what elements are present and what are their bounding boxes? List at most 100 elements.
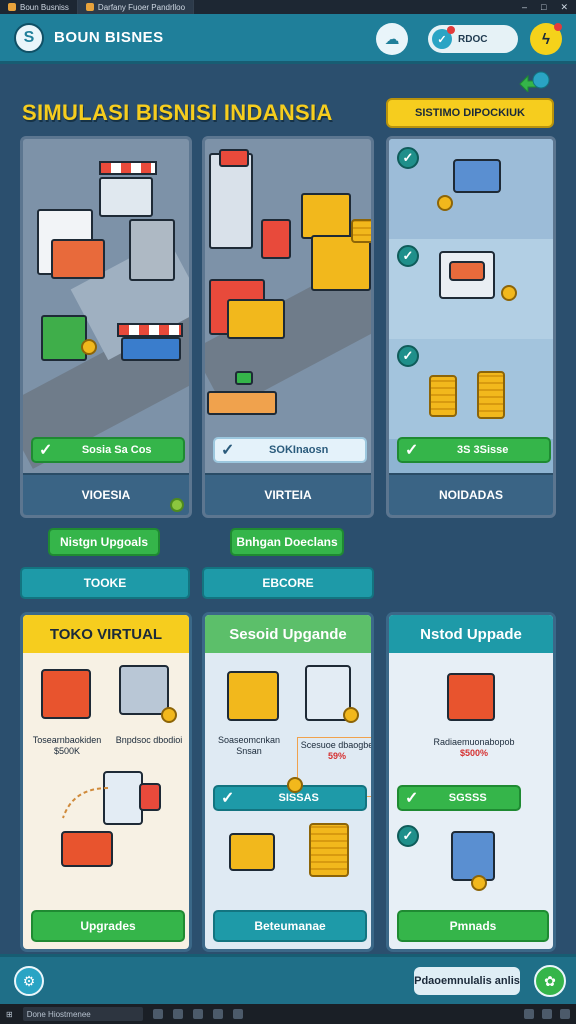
sync-arrows-icon[interactable]	[516, 70, 550, 92]
coin-icon	[437, 195, 453, 211]
coin-stack-icon	[429, 375, 457, 417]
mail-icon[interactable]	[212, 1009, 223, 1019]
energy-button[interactable]: ϟ	[530, 23, 562, 55]
product-icon	[449, 261, 485, 281]
bread-counter	[227, 299, 285, 339]
coin-icon	[81, 339, 97, 355]
notifications-icon[interactable]	[560, 1009, 570, 1019]
chat-bubble-icon: ☁	[384, 31, 400, 48]
card-nstod-uppade: Nstod Uppade Radiaemuonabopob $500% ✓ SGSS…	[386, 612, 556, 952]
scene-caption-2: VIRTEIA	[205, 473, 371, 515]
lightning-icon: ϟ	[542, 30, 550, 48]
check-icon: ✓	[39, 442, 53, 459]
scene-caption-1: VIOESIA	[23, 473, 189, 515]
flow-arrow-icon	[62, 787, 109, 819]
coin-stack-icon	[351, 219, 371, 243]
money-icon	[235, 371, 253, 385]
shopping-basket-icon	[227, 671, 279, 721]
coin-stack-icon	[309, 823, 349, 877]
scene-panel-2[interactable]: ✓ SOKInaosn VIRTEIA	[202, 136, 374, 518]
product-box-icon	[119, 665, 169, 715]
leaf-icon[interactable]: ✿	[534, 965, 566, 997]
sign-board	[261, 219, 291, 259]
check-icon: ✓	[397, 147, 419, 169]
business-declare-button[interactable]: Bnhgan Doeclans	[230, 528, 344, 556]
warehouse-building	[311, 235, 371, 291]
checkmark-badge-icon: ✓	[432, 26, 455, 49]
card-sesoid-upgande: Sesoid Upgande Soaseomcnkan Snsan Scesuoe…	[202, 612, 374, 952]
coin-icon	[501, 285, 517, 301]
scene-status-3: ✓ 3S 3Sisse	[397, 437, 551, 463]
browser-tab-label: Boun Busniss	[20, 2, 69, 12]
scene-status-1: ✓ Sosia Sa Cos	[31, 437, 185, 463]
card-title: TOKO VIRTUAL	[23, 615, 189, 653]
explorer-icon[interactable]	[172, 1009, 183, 1019]
app-brand: BOUN BISNES	[54, 29, 164, 46]
volume-icon[interactable]	[542, 1009, 552, 1019]
upgrade-goals-button[interactable]: Nistgn Upgoals	[48, 528, 160, 556]
scene-status-2: ✓ SOKInaosn	[213, 437, 367, 463]
mode-badge-button[interactable]: SISTIMO DIPOCKIUK	[386, 98, 554, 128]
app-logo-icon[interactable]: S	[14, 22, 44, 53]
browser-tab-strip: Boun Busniss Darfany Fuoer Pandrlloo – □…	[0, 0, 576, 14]
upgrades-button[interactable]: Upgrades	[31, 910, 185, 942]
shop-sign	[219, 149, 249, 167]
card-title: Nstod Uppade	[389, 615, 553, 653]
notification-pill-button[interactable]: ✓ RDOC	[428, 25, 518, 53]
check-icon: ✓	[397, 825, 419, 847]
shelf-building	[209, 153, 253, 249]
progress-panel[interactable]: ✓ ✓ ✓ ✓ 3S 3Sisse NOIDADAS	[386, 136, 556, 518]
warehouse-top	[301, 193, 351, 239]
shop-awning	[99, 161, 157, 175]
pmnads-button[interactable]: Pmnads	[397, 910, 549, 942]
settings-gear-icon[interactable]: ⚙	[14, 966, 44, 996]
card-price: 59%	[327, 751, 346, 761]
atm-kiosk	[129, 219, 175, 281]
stat-bar: ✓ SGSSS	[397, 785, 521, 811]
card-caption: Radiaemuonabopob $500%	[433, 737, 515, 758]
coin-stack-icon	[477, 371, 505, 419]
coin-icon	[287, 777, 303, 793]
windows-start-icon[interactable]: ⊞	[6, 1010, 13, 1019]
card-caption-left: Soaseomcnkan Snsan	[217, 735, 281, 756]
card-toko-virtual: TOKO VIRTUAL Tosearnbaokiden $500K Bnpdso…	[20, 612, 192, 952]
food-cart-awning	[117, 323, 183, 337]
browser-icon[interactable]	[192, 1009, 203, 1019]
cash-register-table	[207, 391, 277, 415]
card-caption-left: Tosearnbaokiden $500K	[32, 735, 102, 756]
card-price: $500%	[459, 748, 489, 758]
coin-icon	[343, 707, 359, 723]
check-icon: ✓	[221, 790, 235, 807]
toko-button[interactable]: TOOKE	[20, 567, 190, 599]
close-icon[interactable]: ✕	[560, 2, 568, 13]
browser-tab-label: Darfany Fuoer Pandrlloo	[97, 2, 186, 12]
taskbar-search-input[interactable]: Done Hiostmenee	[22, 1007, 143, 1021]
ebcore-button[interactable]: EBCORE	[202, 567, 374, 599]
analytics-button[interactable]: Pdaoemnulalis anlis	[414, 967, 520, 995]
tab-favicon-icon	[85, 3, 94, 11]
browser-tab-active[interactable]: Darfany Fuoer Pandrlloo	[77, 0, 195, 14]
check-icon: ✓	[221, 442, 235, 459]
market-stall	[51, 239, 105, 279]
scene-caption-3: NOIDADAS	[389, 473, 553, 515]
scene-panel-1[interactable]: ✓ Sosia Sa Cos VIOESIA	[20, 136, 192, 518]
clover-icon	[170, 498, 184, 512]
window-controls: – □ ✕	[522, 2, 576, 13]
card-price: $500K	[53, 746, 81, 756]
coin-icon	[471, 875, 487, 891]
shopping-cart-icon	[453, 159, 501, 193]
app-footer: ⚙ Pdaoemnulalis anlis ✿	[0, 954, 576, 1004]
app-header: S BOUN BISNES ☁ ✓ RDOC ϟ	[0, 14, 576, 64]
app-icon[interactable]	[232, 1009, 243, 1019]
network-icon[interactable]	[524, 1009, 534, 1019]
chat-button[interactable]: ☁	[376, 23, 408, 55]
server-box-icon	[451, 831, 495, 881]
beteumanae-button[interactable]: Beteumanae	[213, 910, 367, 942]
maximize-icon[interactable]: □	[541, 2, 546, 13]
tab-favicon-icon	[8, 3, 16, 11]
minimize-icon[interactable]: –	[522, 2, 527, 13]
browser-tab[interactable]: Boun Busniss	[0, 0, 78, 14]
taskview-icon[interactable]	[152, 1009, 163, 1019]
receipt-icon	[139, 783, 161, 811]
shopping-cart-icon	[229, 833, 275, 871]
